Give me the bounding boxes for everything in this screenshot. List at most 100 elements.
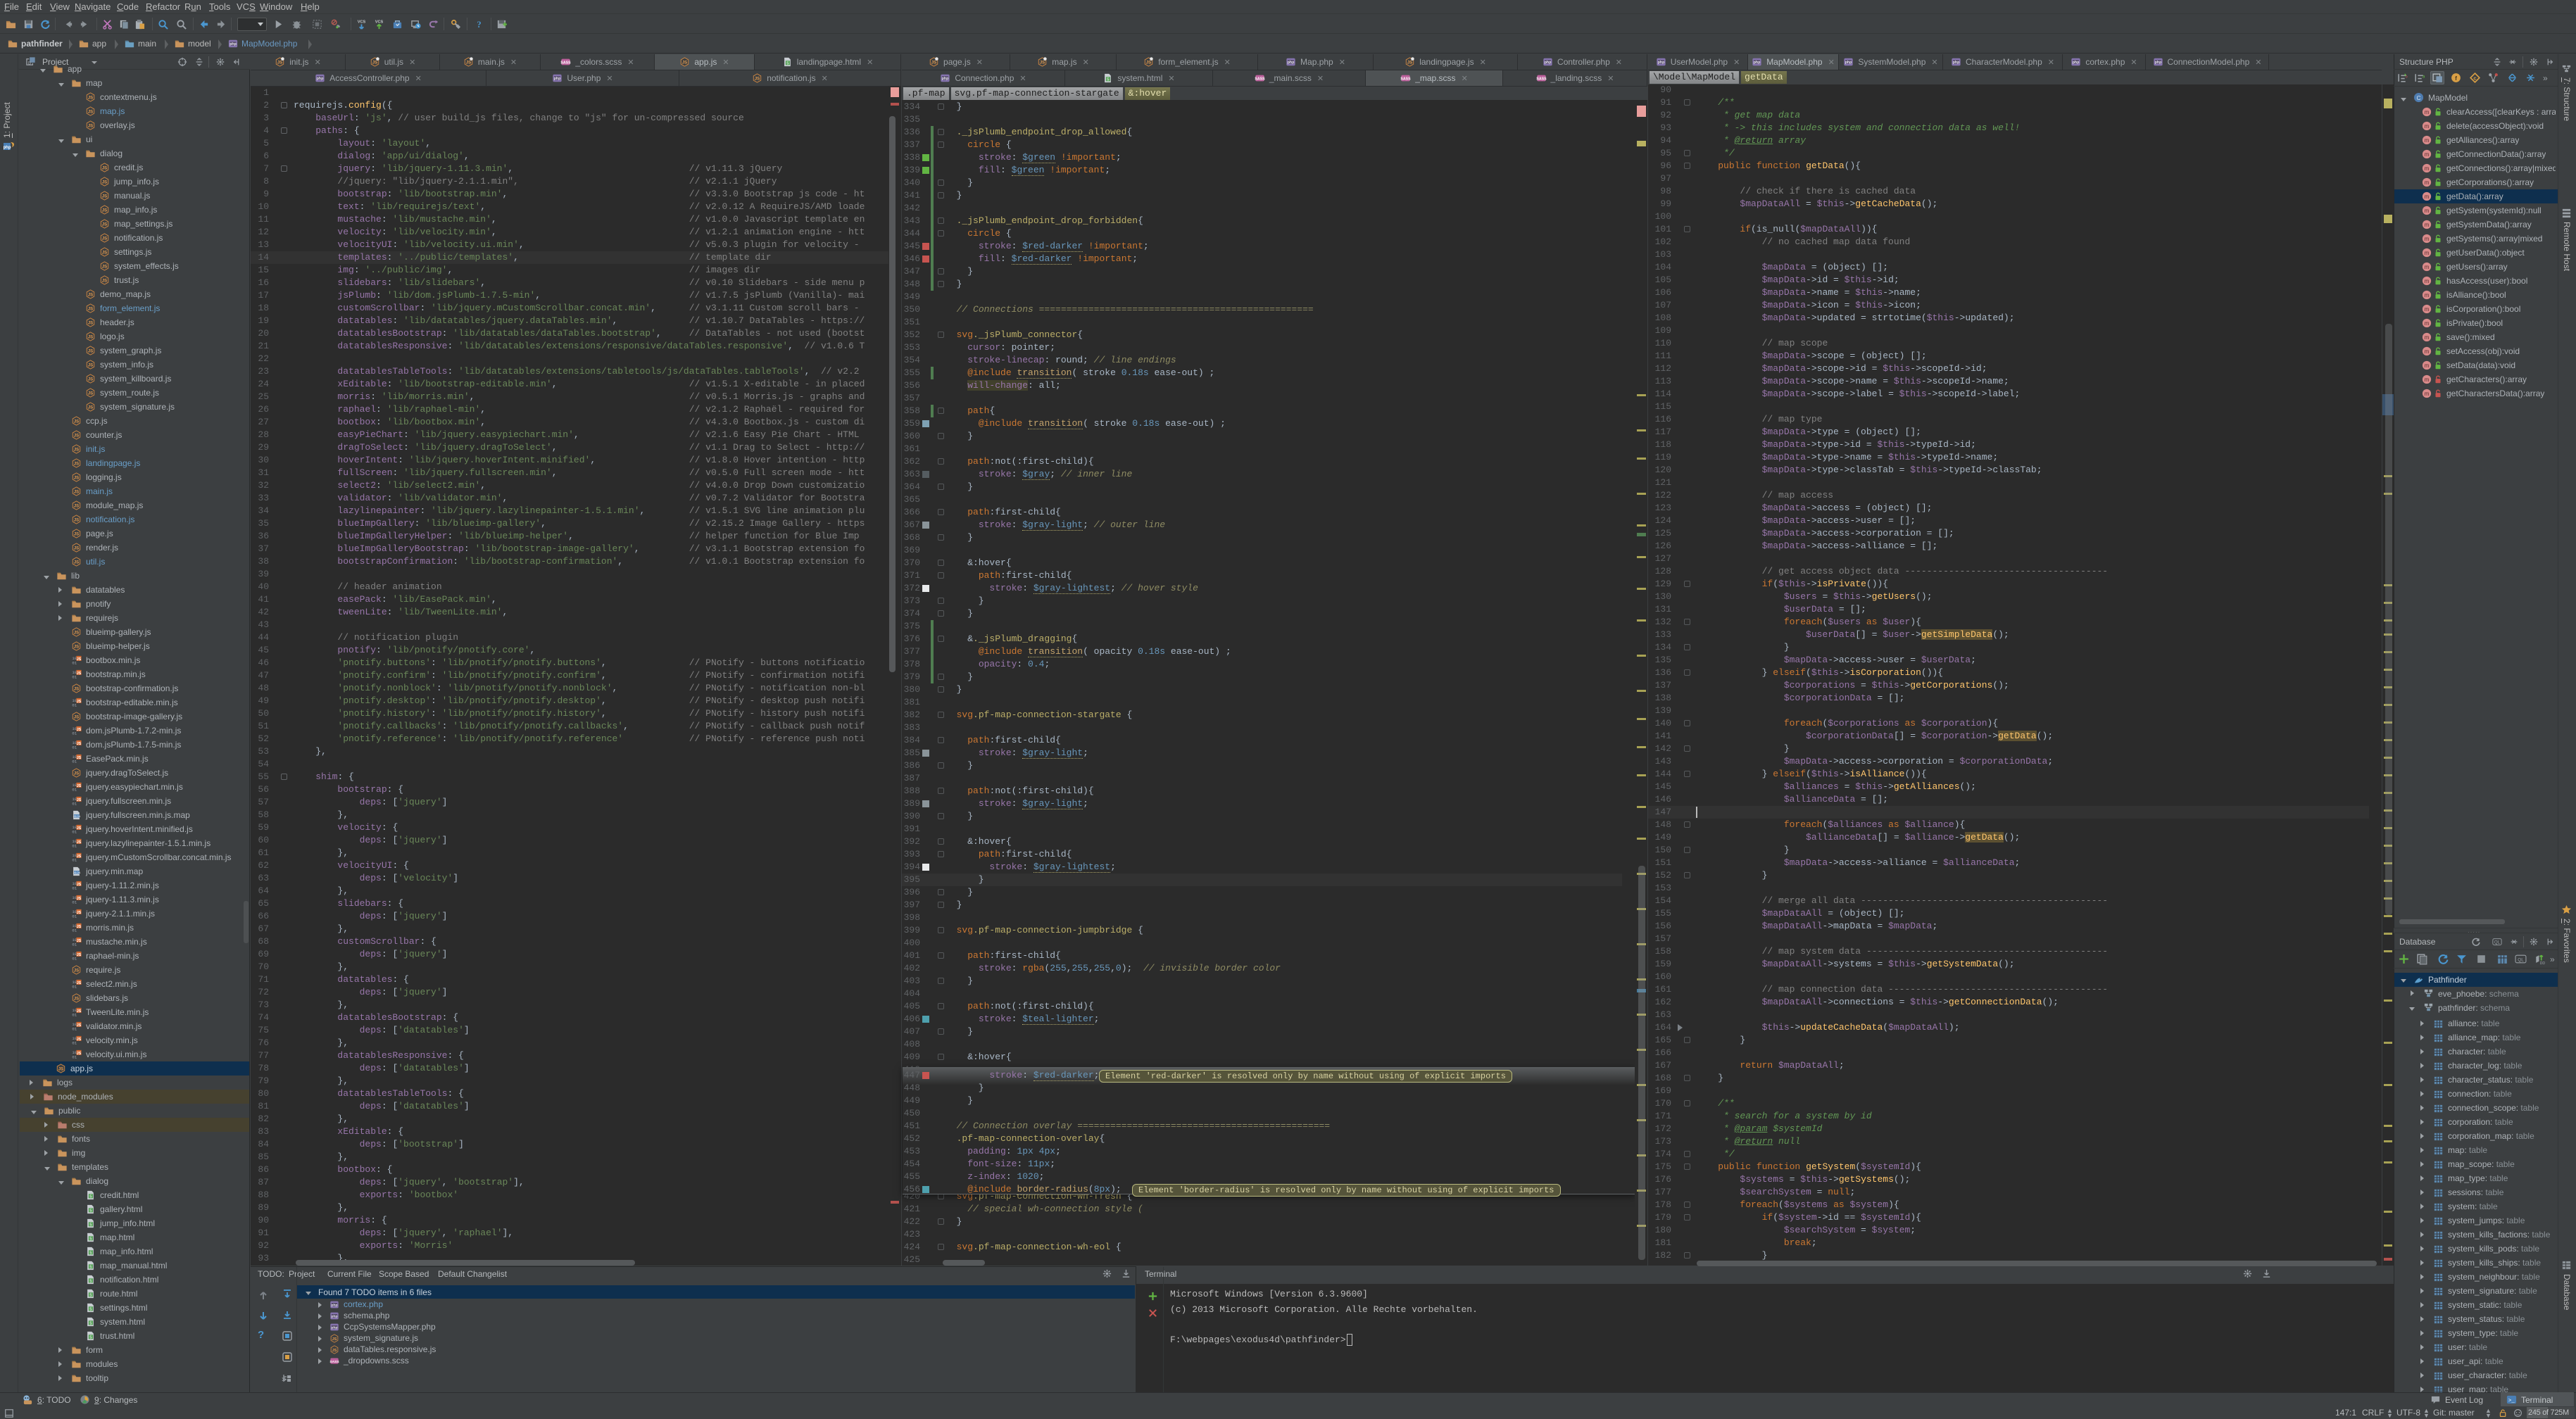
svg-text:php: php (554, 77, 561, 81)
svg-text:5: 5 (89, 1266, 92, 1270)
svg-text:php: php (1657, 61, 1664, 65)
svg-text:JS: JS (74, 518, 79, 523)
svg-text:JS: JS (77, 953, 82, 957)
svg-text:m: m (2425, 236, 2430, 242)
svg-text:JS: JS (77, 1052, 82, 1056)
svg-text:SASS: SASS (1536, 77, 1547, 82)
svg-text:m: m (2425, 292, 2430, 298)
svg-text:JS: JS (77, 981, 82, 985)
svg-text:5: 5 (786, 62, 788, 66)
svg-text:JS: JS (77, 728, 82, 732)
svg-text:php: php (317, 77, 324, 81)
svg-text:m: m (2425, 165, 2430, 172)
svg-text:5: 5 (89, 1280, 92, 1284)
svg-text:JS: JS (77, 1023, 82, 1028)
svg-text:JS: JS (77, 840, 82, 845)
svg-text:JS: JS (77, 742, 82, 746)
svg-text:php: php (332, 1304, 338, 1308)
svg-text:JS: JS (682, 61, 687, 65)
svg-text:JS: JS (77, 756, 82, 760)
svg-text:JS: JS (74, 560, 79, 565)
svg-text:SASS: SASS (329, 1360, 339, 1364)
svg-text:JS: JS (88, 363, 93, 368)
svg-text:m: m (2425, 137, 2430, 144)
svg-text:m: m (2425, 123, 2430, 130)
svg-text:JS: JS (88, 377, 93, 382)
svg-text:JS: JS (88, 349, 93, 354)
svg-text:m: m (2425, 320, 2430, 327)
svg-text:m: m (2425, 151, 2430, 158)
svg-text:JS: JS (755, 77, 760, 82)
svg-text:QL: QL (2518, 958, 2524, 963)
svg-text:5: 5 (89, 1195, 92, 1199)
svg-text:SASS: SASS (1255, 77, 1265, 82)
svg-text:php: php (1754, 61, 1761, 65)
svg-text:php: php (230, 42, 237, 46)
svg-text:JS: JS (466, 61, 471, 65)
svg-text:php: php (2073, 61, 2080, 65)
svg-text:m: m (2425, 391, 2430, 397)
svg-text:JS: JS (74, 476, 79, 481)
svg-text:a: a (2423, 75, 2425, 80)
svg-text:JS: JS (88, 110, 93, 115)
svg-text:JS: JS (74, 997, 79, 1002)
svg-text:m: m (2425, 306, 2430, 313)
svg-text:o: o (2406, 75, 2408, 80)
svg-text:JS: JS (74, 546, 79, 551)
svg-text:5: 5 (1107, 78, 1110, 82)
svg-text:5: 5 (89, 1294, 92, 1298)
svg-text:JS: JS (88, 307, 93, 312)
svg-text:JS: JS (931, 61, 936, 65)
svg-text:JS: JS (102, 265, 107, 270)
svg-text:php: php (1845, 61, 1852, 65)
svg-text:JS: JS (88, 335, 93, 340)
svg-text:JS: JS (88, 391, 93, 396)
svg-text:f: f (2455, 75, 2457, 82)
svg-text:5: 5 (89, 1336, 92, 1340)
svg-text:JS: JS (77, 854, 82, 859)
svg-text:JS: JS (74, 462, 79, 467)
svg-text:JS: JS (1407, 61, 1412, 65)
svg-text:m: m (2425, 194, 2430, 200)
svg-text:m: m (2425, 208, 2430, 214)
svg-text:JS: JS (74, 645, 79, 650)
svg-text:JS: JS (88, 293, 93, 298)
svg-text:C: C (2416, 94, 2420, 101)
svg-text:VCS: VCS (358, 20, 366, 25)
svg-text:JS: JS (77, 826, 82, 831)
svg-text:JS: JS (77, 671, 82, 676)
svg-text:JS: JS (1146, 61, 1151, 65)
svg-text:JS: JS (332, 1337, 337, 1342)
svg-text:m: m (2425, 278, 2430, 284)
svg-text:JS: JS (74, 448, 79, 453)
svg-text:JS: JS (102, 237, 107, 241)
svg-text:JS: JS (74, 420, 79, 424)
svg-text:JS: JS (77, 700, 82, 704)
svg-text:JS: JS (88, 321, 93, 326)
svg-text:JS: JS (77, 784, 82, 788)
svg-text:B: B (28, 61, 32, 65)
svg-text:php: php (2154, 61, 2161, 65)
svg-text:JS: JS (102, 194, 107, 199)
svg-text:JS: JS (102, 166, 107, 171)
svg-text:m: m (2425, 348, 2430, 355)
svg-text:JS: JS (74, 490, 79, 495)
svg-text:JS: JS (77, 657, 82, 662)
svg-text:JS: JS (102, 222, 107, 227)
svg-text:5: 5 (89, 1209, 92, 1213)
svg-text:JS: JS (77, 911, 82, 915)
svg-text:JS: JS (88, 96, 93, 101)
svg-text:?: ? (477, 20, 481, 30)
svg-text:JSON: JSON (73, 871, 81, 874)
svg-text:A: A (179, 22, 182, 27)
svg-text:JSON: JSON (73, 814, 81, 818)
svg-text:JS: JS (74, 715, 79, 720)
svg-text:m: m (2425, 362, 2430, 369)
svg-text:5: 5 (89, 1223, 92, 1228)
svg-text:JS: JS (74, 504, 79, 509)
svg-text:JS: JS (74, 434, 79, 439)
svg-text:5: 5 (89, 1308, 92, 1312)
svg-text:>_: >_ (2508, 1398, 2515, 1404)
svg-text:php: php (332, 1326, 338, 1330)
svg-text:php: php (942, 77, 949, 81)
